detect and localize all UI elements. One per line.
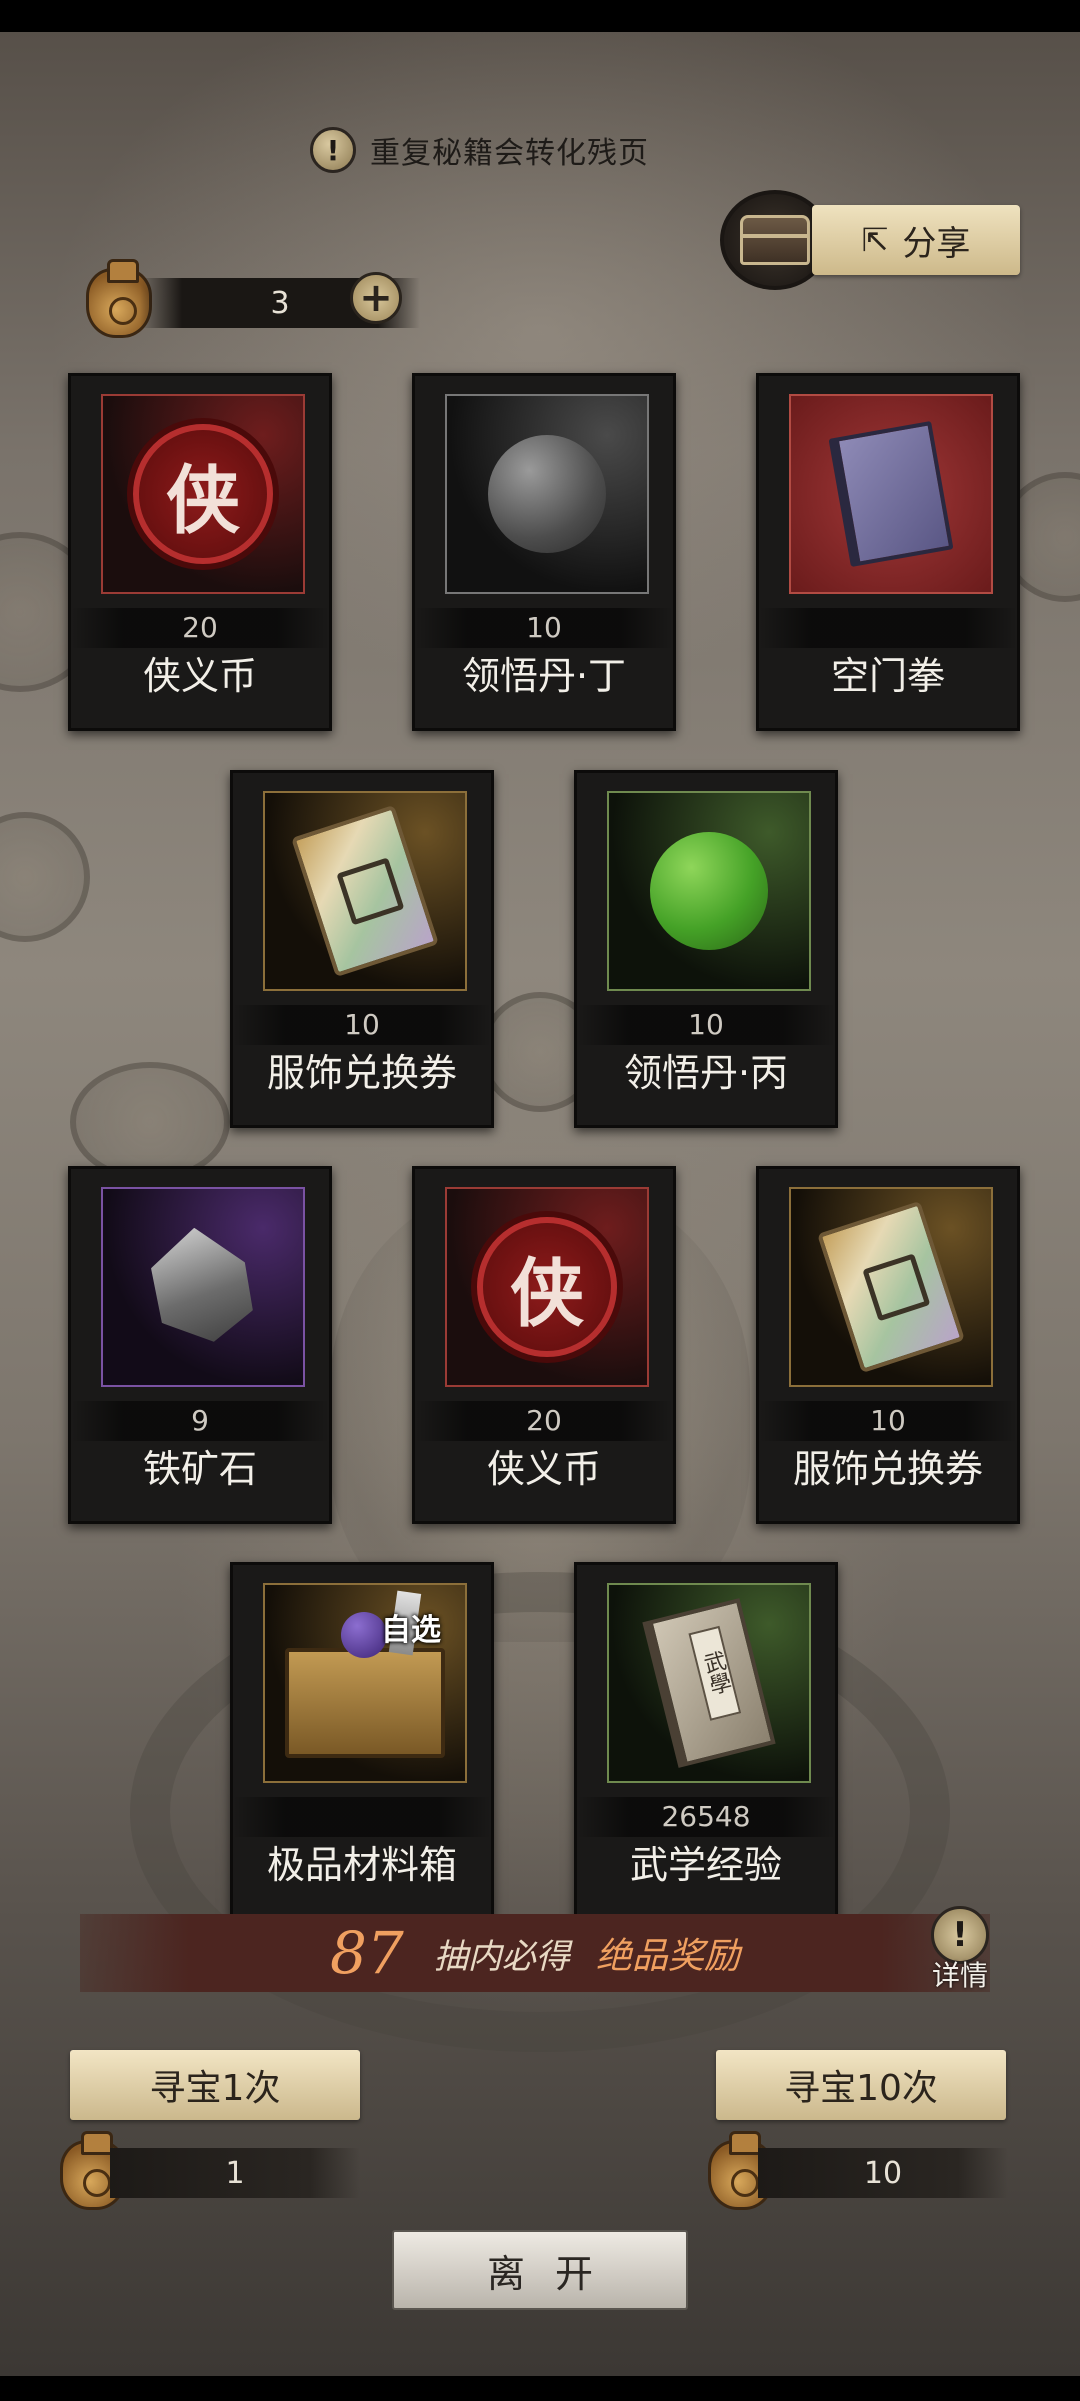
item-name: 武学经验	[629, 1843, 782, 1887]
green-orb-icon	[650, 832, 768, 950]
background-coin	[0, 812, 90, 942]
item-count: 10	[233, 1005, 491, 1045]
ore-icon	[132, 1218, 274, 1355]
notice: ! 重复秘籍会转化残页	[310, 127, 649, 173]
coin-icon: 侠	[477, 1217, 617, 1357]
guarantee-reward: 绝品奖励	[595, 1936, 740, 1977]
ticket-icon	[291, 804, 439, 978]
guarantee-text: 抽内必得	[433, 1936, 570, 1977]
reward-card[interactable]: 空门拳	[756, 373, 1020, 731]
details-label: 详情	[931, 1959, 988, 1992]
item-frame	[789, 1187, 993, 1387]
item-name: 领悟丹·丁	[461, 654, 627, 698]
item-count: 10	[415, 608, 673, 648]
draw-once-button[interactable]: 寻宝1次	[70, 2050, 360, 2120]
reward-card[interactable]: 10 服饰兑换券	[756, 1166, 1020, 1524]
item-frame: 侠	[101, 394, 305, 594]
item-name: 空门拳	[830, 654, 945, 698]
item-frame	[101, 1187, 305, 1387]
item-name: 服饰兑换券	[266, 1051, 457, 1095]
item-frame	[607, 791, 811, 991]
details-button[interactable]: ! 详情	[925, 1906, 995, 1996]
item-name: 侠义币	[142, 654, 257, 698]
share-button[interactable]: ⇱ 分享	[812, 205, 1020, 275]
book-icon	[828, 420, 954, 568]
item-count: 20	[415, 1401, 673, 1441]
coin-icon: 侠	[133, 424, 273, 564]
reward-card[interactable]: 10 领悟丹·丙	[574, 770, 838, 1128]
reward-card[interactable]: 自选 极品材料箱	[230, 1562, 494, 1920]
share-icon: ⇱	[861, 221, 889, 259]
reward-card[interactable]: 10 服饰兑换券	[230, 770, 494, 1128]
item-count: 9	[71, 1401, 329, 1441]
item-name: 铁矿石	[142, 1447, 257, 1491]
ticket-icon	[817, 1200, 965, 1374]
status-bar	[0, 0, 1080, 32]
item-frame	[789, 394, 993, 594]
item-name: 侠义币	[486, 1447, 601, 1491]
item-count: 10	[759, 1401, 1017, 1441]
exclamation-icon: !	[310, 127, 356, 173]
item-frame	[445, 394, 649, 594]
draw-ten-cost: 10	[758, 2148, 1008, 2198]
item-count: 10	[577, 1005, 835, 1045]
reward-card[interactable]: 侠 20 侠义币	[412, 1166, 676, 1524]
chest-icon	[285, 1612, 445, 1758]
item-count: 26548	[577, 1797, 835, 1837]
notice-text: 重复秘籍会转化残页	[370, 136, 649, 171]
share-label: 分享	[902, 223, 971, 264]
item-name: 领悟丹·丙	[623, 1051, 789, 1095]
item-count	[759, 608, 1017, 648]
item-frame: 自选	[263, 1583, 467, 1783]
old-book-icon: 武學	[642, 1598, 776, 1768]
reward-card[interactable]: 侠 20 侠义币	[68, 373, 332, 731]
book-title: 武學	[688, 1625, 742, 1721]
item-frame: 武學	[607, 1583, 811, 1783]
background-coin	[70, 1062, 230, 1182]
reward-card[interactable]: 10 领悟丹·丁	[412, 373, 676, 731]
add-currency-button[interactable]: +	[350, 272, 402, 324]
gray-orb-icon	[488, 435, 606, 553]
item-name: 极品材料箱	[266, 1843, 457, 1887]
item-frame	[263, 791, 467, 991]
item-count	[233, 1797, 491, 1837]
leave-button[interactable]: 离开	[392, 2230, 688, 2310]
draw-once-cost: 1	[110, 2148, 360, 2198]
item-name: 服饰兑换券	[792, 1447, 983, 1491]
draw-ten-button[interactable]: 寻宝10次	[716, 2050, 1006, 2120]
item-frame: 侠	[445, 1187, 649, 1387]
item-count: 20	[71, 608, 329, 648]
reward-card[interactable]: 武學 26548 武学经验	[574, 1562, 838, 1920]
select-tag: 自选	[381, 1613, 441, 1648]
nav-bar	[0, 2376, 1080, 2401]
reward-card[interactable]: 9 铁矿石	[68, 1166, 332, 1524]
guarantee-banner: 87 抽内必得 绝品奖励	[80, 1914, 990, 1992]
guarantee-count: 87	[330, 1919, 404, 1987]
